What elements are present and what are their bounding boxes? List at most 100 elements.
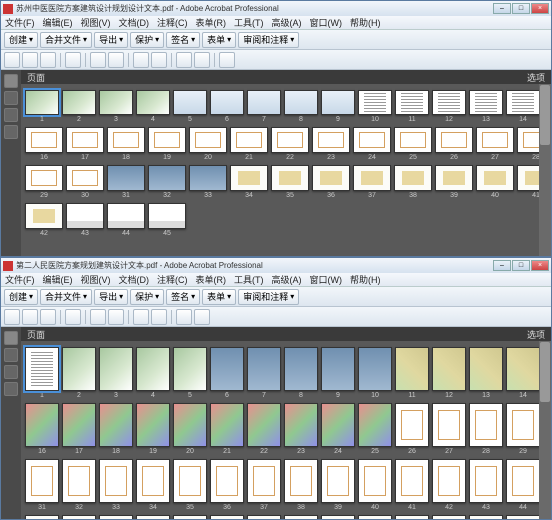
note-icon[interactable] [219,52,235,68]
page-thumbnail[interactable]: 55 [358,515,392,519]
page-thumbnail[interactable]: 1 [25,347,59,399]
export-button[interactable]: 导出▾ [94,289,128,305]
page-thumbnail[interactable]: 32 [148,165,186,199]
save-icon[interactable] [22,52,38,68]
page-thumbnail[interactable]: 24 [353,127,391,161]
scrollbar[interactable] [539,341,551,519]
page-thumbnail[interactable]: 13 [469,90,503,123]
page-thumbnail[interactable]: 6 [210,347,244,399]
page-thumbnail[interactable]: 7 [247,347,281,399]
page-thumbnail[interactable]: 3 [99,347,133,399]
hand-icon[interactable] [151,309,167,325]
page-thumbnail[interactable]: 1 [25,90,59,123]
page-thumbnail[interactable]: 2 [62,347,96,399]
page-thumbnail[interactable]: 10 [358,90,392,123]
scrollbar[interactable] [539,84,551,256]
menu-window[interactable]: 窗口(W) [310,273,343,286]
zoom-in-icon[interactable] [194,52,210,68]
select-icon[interactable] [133,52,149,68]
page-thumbnail[interactable]: 16 [25,127,63,161]
page-thumbnail[interactable]: 16 [25,403,59,455]
select-icon[interactable] [133,309,149,325]
maximize-button[interactable]: □ [512,3,530,14]
menu-file[interactable]: 文件(F) [5,273,35,286]
search-icon[interactable] [65,52,81,68]
page-thumbnail[interactable]: 44 [107,203,145,237]
close-button[interactable]: × [531,260,549,271]
page-thumbnail[interactable]: 20 [173,403,207,455]
page-thumbnail[interactable]: 21 [230,127,268,161]
page-thumbnail[interactable]: 30 [66,165,104,199]
page-thumbnail[interactable]: 11 [395,90,429,123]
scroll-thumb[interactable] [540,85,550,145]
page-thumbnail[interactable]: 20 [189,127,227,161]
mail-icon[interactable] [40,52,56,68]
menu-help[interactable]: 帮助(H) [350,273,381,286]
page-thumbnail[interactable]: 38 [394,165,432,199]
forms-button[interactable]: 表单▾ [202,32,236,48]
page-thumbnail[interactable]: 14 [506,347,540,399]
page-thumbnail[interactable]: 54 [321,515,355,519]
menu-tools[interactable]: 工具(T) [234,16,264,29]
search-icon[interactable] [65,309,81,325]
page-thumbnail[interactable]: 33 [99,459,133,511]
create-button[interactable]: 创建▾ [4,32,38,48]
attachments-panel-icon[interactable] [4,125,18,139]
pages-panel-icon[interactable] [4,331,18,345]
menu-document[interactable]: 文档(D) [119,16,150,29]
maximize-button[interactable]: □ [512,260,530,271]
page-thumbnail[interactable]: 22 [247,403,281,455]
page-thumbnail[interactable]: 41 [395,459,429,511]
page-thumbnail[interactable]: 42 [25,203,63,237]
menu-view[interactable]: 视图(V) [81,273,111,286]
menu-help[interactable]: 帮助(H) [350,16,381,29]
menu-edit[interactable]: 编辑(E) [43,16,73,29]
page-thumbnail[interactable]: 32 [62,459,96,511]
page-thumbnail[interactable]: 23 [312,127,350,161]
page-thumbnail[interactable]: 56 [395,515,429,519]
page-thumbnail[interactable]: 27 [476,127,514,161]
page-thumbnail[interactable]: 42 [432,459,466,511]
menu-tools[interactable]: 工具(T) [234,273,264,286]
page-thumbnail[interactable]: 50 [173,515,207,519]
page-thumbnail[interactable]: 29 [25,165,63,199]
save-icon[interactable] [22,309,38,325]
page-thumbnail[interactable]: 40 [476,165,514,199]
page-thumbnail[interactable]: 49 [136,515,170,519]
menu-forms[interactable]: 表单(R) [196,273,227,286]
forms-button[interactable]: 表单▾ [202,289,236,305]
zoom-out-icon[interactable] [176,52,192,68]
page-thumbnail[interactable]: 13 [469,347,503,399]
print-icon[interactable] [4,309,20,325]
panel-options[interactable]: 选项 [527,71,545,84]
menu-edit[interactable]: 编辑(E) [43,273,73,286]
page-thumbnail[interactable]: 44 [506,459,540,511]
hand-icon[interactable] [151,52,167,68]
create-button[interactable]: 创建▾ [4,289,38,305]
titlebar[interactable]: 第二人民医院方案规划建筑设计文本.pdf - Adobe Acrobat Pro… [1,258,551,273]
print-icon[interactable] [4,52,20,68]
review-button[interactable]: 审阅和注释▾ [238,289,299,305]
page-thumbnail[interactable]: 26 [395,403,429,455]
page-thumbnail[interactable]: 3 [99,90,133,123]
page-thumbnail[interactable]: 17 [66,127,104,161]
page-thumbnail[interactable]: 17 [62,403,96,455]
page-thumbnail[interactable]: 22 [271,127,309,161]
page-thumbnail[interactable]: 48 [99,515,133,519]
attachments-panel-icon[interactable] [4,382,18,396]
next-page-icon[interactable] [108,52,124,68]
page-thumbnail[interactable]: 4 [136,347,170,399]
page-thumbnail[interactable]: 24 [321,403,355,455]
page-thumbnail[interactable]: 40 [358,459,392,511]
page-thumbnail[interactable]: 43 [469,459,503,511]
scroll-thumb[interactable] [540,342,550,402]
page-thumbnail[interactable]: 28 [469,403,503,455]
page-thumbnail[interactable]: 23 [284,403,318,455]
page-thumbnail[interactable]: 26 [435,127,473,161]
page-thumbnail[interactable]: 35 [173,459,207,511]
bookmarks-panel-icon[interactable] [4,348,18,362]
page-thumbnail[interactable]: 36 [312,165,350,199]
page-thumbnail[interactable]: 45 [148,203,186,237]
menu-advanced[interactable]: 高级(A) [272,16,302,29]
page-thumbnail[interactable]: 10 [358,347,392,399]
